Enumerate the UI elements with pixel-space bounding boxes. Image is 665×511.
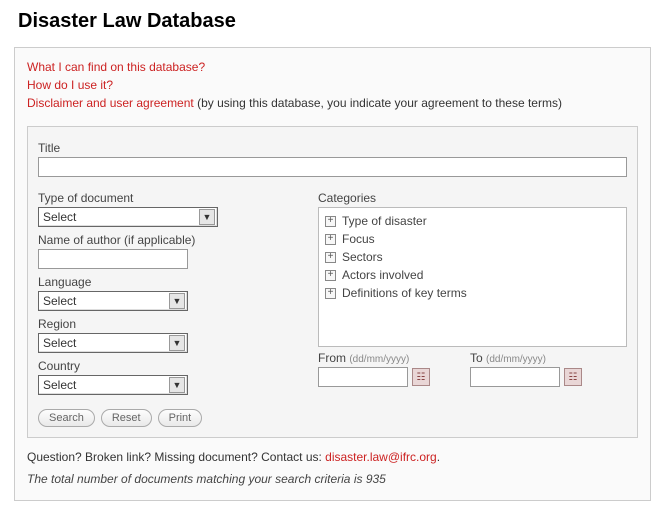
language-select-value: Select xyxy=(43,294,76,308)
chevron-down-icon: ▼ xyxy=(169,335,185,351)
type-label: Type of document xyxy=(38,191,318,205)
category-label: Type of disaster xyxy=(342,214,427,228)
disclaimer-suffix: (by using this database, you indicate yo… xyxy=(194,96,562,110)
category-label: Definitions of key terms xyxy=(342,286,467,300)
chevron-down-icon: ▼ xyxy=(169,377,185,393)
print-button[interactable]: Print xyxy=(158,409,203,427)
author-label: Name of author (if applicable) xyxy=(38,233,318,247)
country-label: Country xyxy=(38,359,318,373)
region-select[interactable]: Select ▼ xyxy=(38,333,188,353)
title-label: Title xyxy=(38,141,627,155)
category-item[interactable]: + Focus xyxy=(325,230,620,248)
category-label: Sectors xyxy=(342,250,383,264)
type-select[interactable]: Select ▼ xyxy=(38,207,218,227)
result-count: 935 xyxy=(366,472,386,486)
region-select-value: Select xyxy=(43,336,76,350)
result-count-line: The total number of documents matching y… xyxy=(27,472,638,486)
right-column: Categories + Type of disaster + Focus + … xyxy=(318,185,627,395)
main-panel: What I can find on this database? How do… xyxy=(14,47,651,501)
top-links: What I can find on this database? How do… xyxy=(27,58,638,112)
link-what-can-find[interactable]: What I can find on this database? xyxy=(27,60,205,74)
to-label: To (dd/mm/yyyy) xyxy=(470,351,582,365)
type-select-value: Select xyxy=(43,210,76,224)
contact-line: Question? Broken link? Missing document?… xyxy=(27,450,638,464)
date-hint: (dd/mm/yyyy) xyxy=(349,354,409,365)
chevron-down-icon: ▼ xyxy=(199,209,215,225)
expand-icon[interactable]: + xyxy=(325,216,336,227)
region-label: Region xyxy=(38,317,318,331)
category-label: Actors involved xyxy=(342,268,423,282)
link-how-use[interactable]: How do I use it? xyxy=(27,78,113,92)
expand-icon[interactable]: + xyxy=(325,252,336,263)
categories-tree: + Type of disaster + Focus + Sectors + A… xyxy=(318,207,627,347)
country-select-value: Select xyxy=(43,378,76,392)
categories-label: Categories xyxy=(318,191,627,205)
button-row: Search Reset Print xyxy=(38,409,627,427)
date-range: From (dd/mm/yyyy) ☷ To (dd/mm/yyyy) xyxy=(318,351,627,387)
to-date-input[interactable] xyxy=(470,367,560,387)
contact-period: . xyxy=(437,450,440,464)
contact-email-link[interactable]: disaster.law@ifrc.org xyxy=(325,450,437,464)
expand-icon[interactable]: + xyxy=(325,288,336,299)
contact-prefix: Question? Broken link? Missing document?… xyxy=(27,450,325,464)
calendar-icon[interactable]: ☷ xyxy=(564,368,582,386)
expand-icon[interactable]: + xyxy=(325,270,336,281)
title-input[interactable] xyxy=(38,157,627,177)
language-select[interactable]: Select ▼ xyxy=(38,291,188,311)
from-label: From (dd/mm/yyyy) xyxy=(318,351,430,365)
page-title: Disaster Law Database xyxy=(18,10,651,33)
category-item[interactable]: + Type of disaster xyxy=(325,212,620,230)
from-date-input[interactable] xyxy=(318,367,408,387)
date-hint: (dd/mm/yyyy) xyxy=(486,354,546,365)
author-input[interactable] xyxy=(38,249,188,269)
calendar-icon[interactable]: ☷ xyxy=(412,368,430,386)
reset-button[interactable]: Reset xyxy=(101,409,152,427)
chevron-down-icon: ▼ xyxy=(169,293,185,309)
left-column: Type of document Select ▼ Name of author… xyxy=(38,185,318,395)
expand-icon[interactable]: + xyxy=(325,234,336,245)
category-item[interactable]: + Definitions of key terms xyxy=(325,284,620,302)
result-prefix: The total number of documents matching y… xyxy=(27,472,366,486)
category-item[interactable]: + Actors involved xyxy=(325,266,620,284)
link-disclaimer[interactable]: Disclaimer and user agreement xyxy=(27,96,194,110)
language-label: Language xyxy=(38,275,318,289)
category-label: Focus xyxy=(342,232,375,246)
search-form: Title Type of document Select ▼ Name of … xyxy=(27,126,638,438)
country-select[interactable]: Select ▼ xyxy=(38,375,188,395)
search-button[interactable]: Search xyxy=(38,409,95,427)
category-item[interactable]: + Sectors xyxy=(325,248,620,266)
